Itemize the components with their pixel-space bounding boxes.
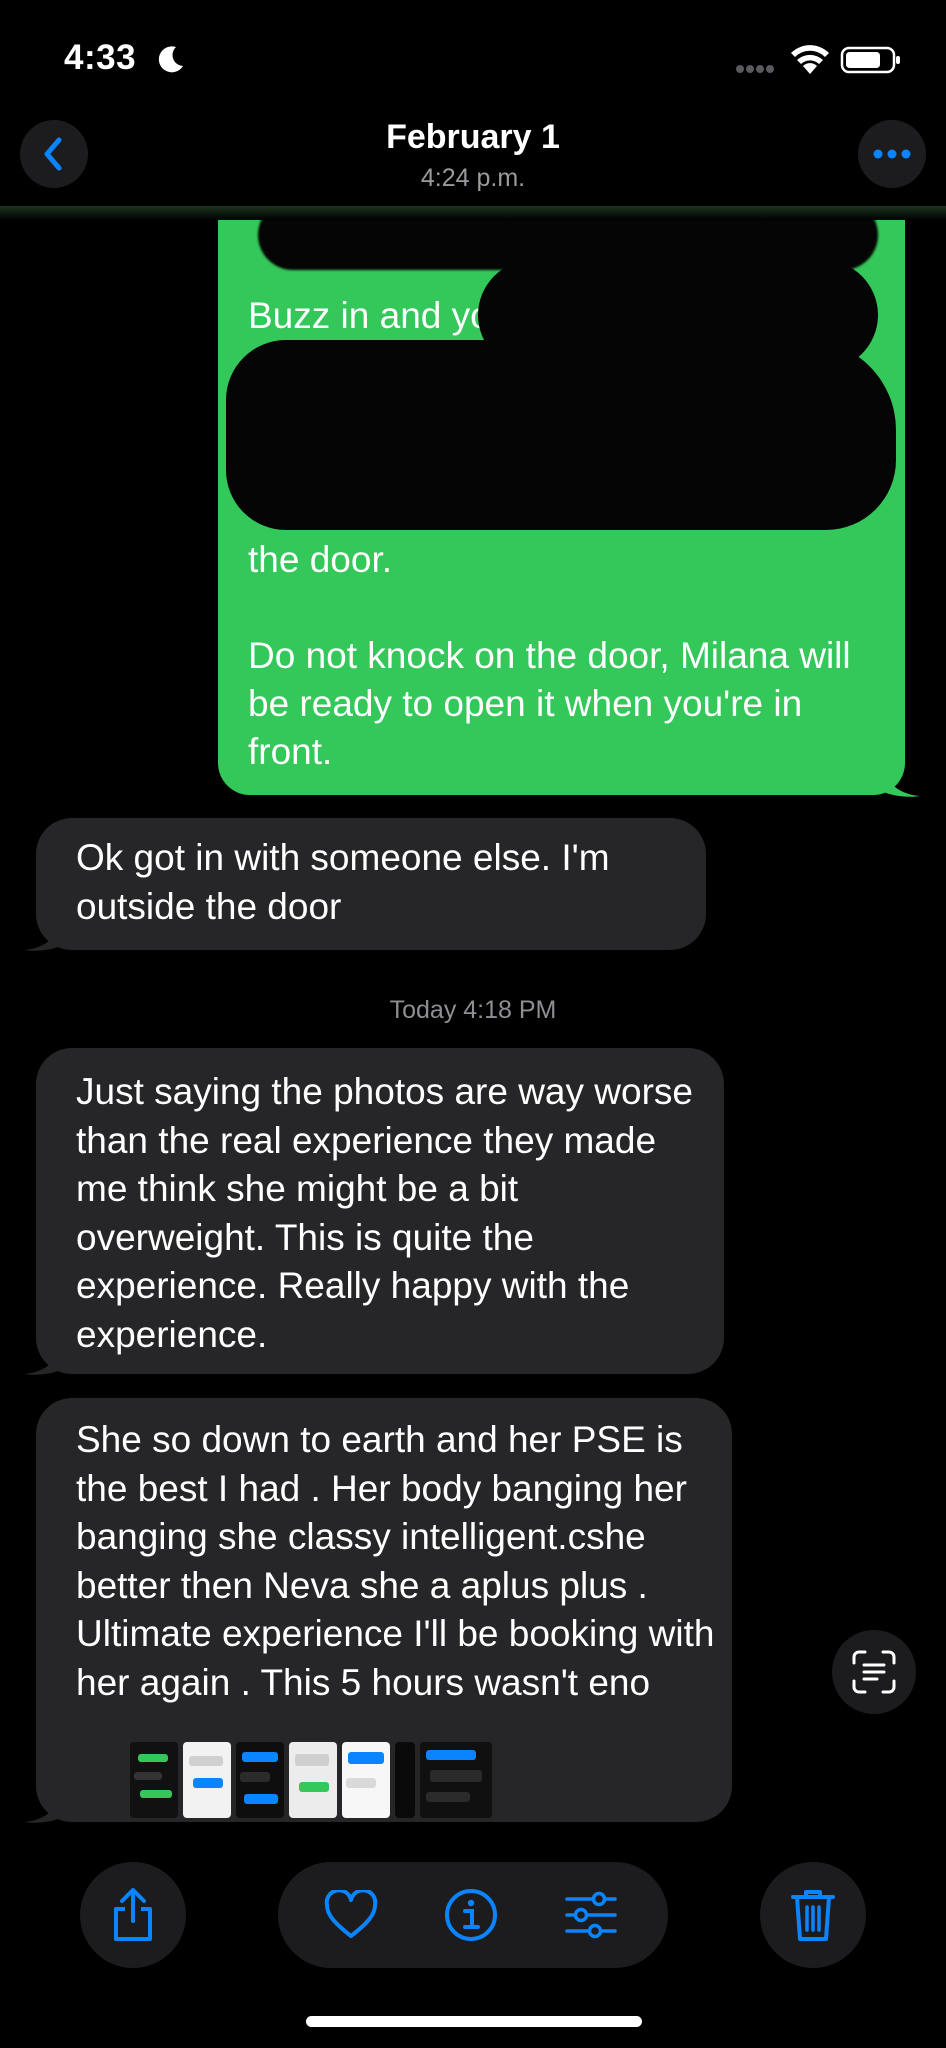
thumbnail[interactable] [183,1742,231,1818]
sent-message-bubble: Buzz in and yo the door. Do not knock on… [218,220,905,795]
bubble-tail [24,1338,64,1375]
photo-actions-group [278,1862,668,1968]
live-text-button[interactable] [832,1630,916,1714]
edit-adjust-button[interactable] [556,1880,626,1950]
moon-icon [158,46,183,73]
page-subtitle: 4:24 p.m. [420,164,526,192]
page-title: February 1 [386,118,560,156]
delete-button[interactable] [760,1862,866,1968]
thumbnail-strip[interactable] [130,1742,492,1818]
cellular-signal-icon [736,65,774,73]
sliders-icon [565,1891,617,1939]
received-message-text: Ok got in with someone else. I'm outside… [76,837,620,927]
battery-icon [840,46,900,74]
thumbnail[interactable] [395,1742,415,1818]
sent-message-text-bottom: the door. Do not knock on the door, Mila… [248,539,851,772]
info-icon [445,1889,497,1941]
favorite-button[interactable] [316,1880,386,1950]
thumbnail[interactable] [289,1742,337,1818]
info-button[interactable] [436,1880,506,1950]
bubble-tail [24,914,64,951]
bubble-tail [880,760,920,797]
message-timestamp: Today 4:18 PM [389,996,557,1024]
header-divider [0,206,946,220]
share-button[interactable] [80,1862,186,1968]
home-indicator[interactable] [306,2016,642,2027]
ellipsis-icon [873,149,911,159]
more-button[interactable] [858,120,926,188]
thumbnail[interactable] [342,1742,390,1818]
thumbnail[interactable] [420,1742,492,1818]
received-message-text: Just saying the photos are way worse tha… [76,1071,704,1355]
thumbnail[interactable] [130,1742,178,1818]
live-text-icon [852,1650,896,1694]
bubble-tail [24,1786,64,1823]
status-time: 4:33 [64,38,137,77]
thumbnail[interactable] [236,1742,284,1818]
received-message-text: She so down to earth and her PSE is the … [76,1419,725,1703]
share-icon [114,1888,152,1941]
trash-icon [791,1890,835,1941]
received-message-bubble: Just saying the photos are way worse tha… [36,1048,724,1374]
photo-viewer-screen: 4:33 February 1 4:24 p.m. Buzz in and yo… [0,0,946,2048]
wifi-icon [791,45,829,74]
redaction-scribble [226,340,896,530]
received-message-bubble: Ok got in with someone else. I'm outside… [36,818,706,950]
heart-icon [324,1890,378,1938]
